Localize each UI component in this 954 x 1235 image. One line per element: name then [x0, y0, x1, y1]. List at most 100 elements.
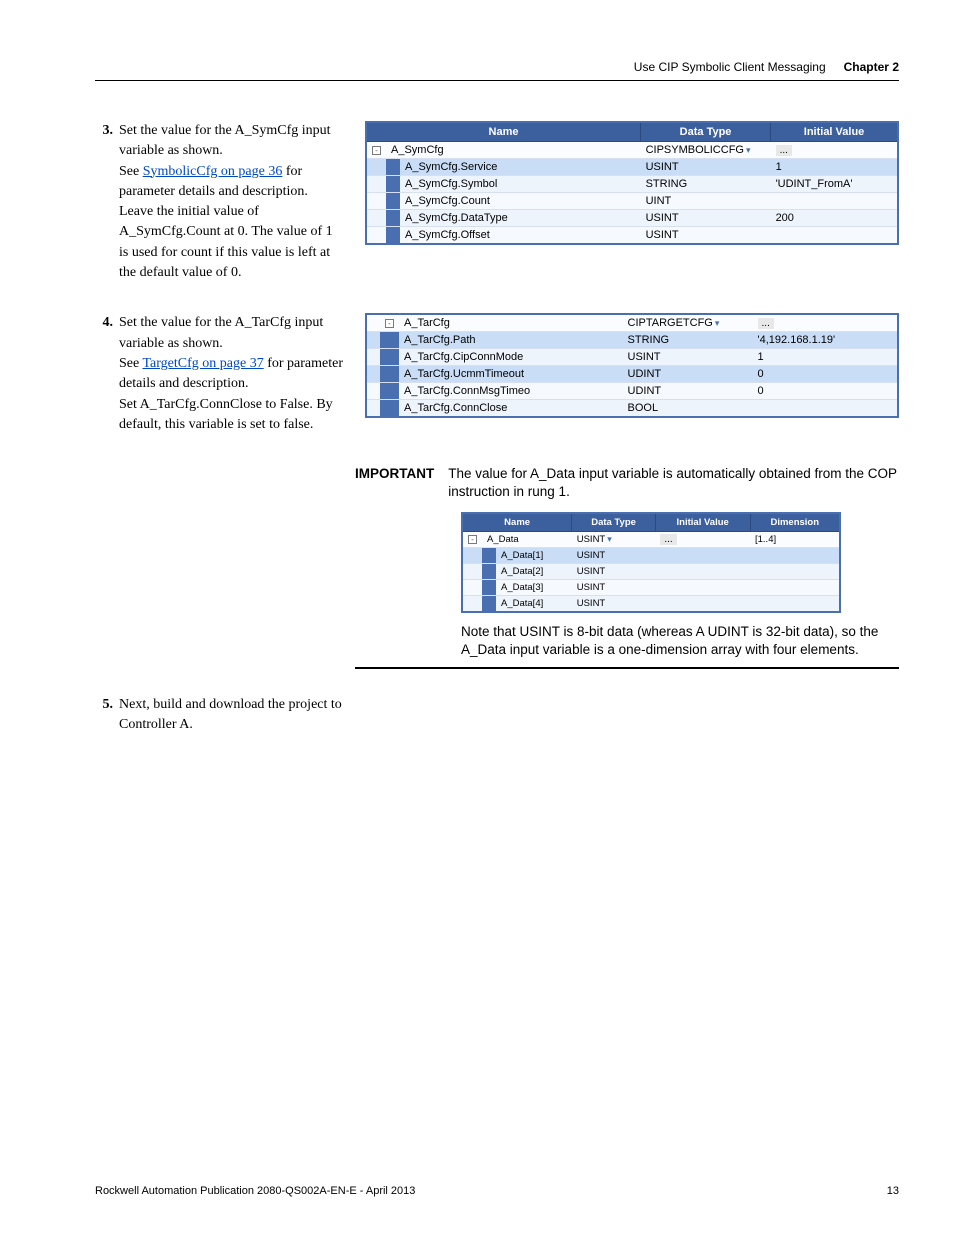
important-callout: IMPORTANT The value for A_Data input var…	[355, 465, 899, 669]
var-type: UDINT	[623, 366, 753, 383]
var-type: STRING	[623, 332, 753, 349]
step-text: Next, build and download the project to …	[119, 697, 342, 732]
var-value[interactable]	[771, 227, 898, 245]
link-symboliccfg[interactable]: SymbolicCfg on page 36	[143, 164, 283, 179]
var-type: USINT	[572, 595, 656, 612]
var-type: UDINT	[623, 383, 753, 400]
collapse-icon[interactable]: -	[385, 319, 394, 328]
var-name: A_SymCfg.Service	[400, 159, 641, 176]
var-value[interactable]: 1	[753, 349, 898, 366]
step-number: 4.	[95, 313, 113, 435]
var-name: A_SymCfg.Symbol	[400, 176, 641, 193]
var-name: A_SymCfg.DataType	[400, 210, 641, 227]
var-name: A_Data	[482, 531, 572, 547]
table-row[interactable]: A_SymCfg.Symbol STRING 'UDINT_FromA'	[366, 176, 898, 193]
table-row[interactable]: - A_Data USINT▾ ... [1..4]	[462, 531, 840, 547]
var-name: A_Data[3]	[496, 579, 572, 595]
important-note: Note that USINT is 8-bit data (whereas A…	[461, 623, 899, 659]
var-name: A_TarCfg.Path	[399, 332, 623, 349]
var-value[interactable]: 1	[771, 159, 898, 176]
var-type: CIPSYMBOLICCFG▾	[641, 142, 771, 159]
table-row[interactable]: A_TarCfg.CipConnMode USINT 1	[366, 349, 898, 366]
table-row[interactable]: - A_TarCfg CIPTARGETCFG▾ ...	[366, 314, 898, 332]
var-name: A_TarCfg.ConnClose	[399, 400, 623, 418]
table-row[interactable]: A_Data[2] USINT	[462, 563, 840, 579]
divider	[355, 667, 899, 669]
chevron-down-icon[interactable]: ▾	[713, 318, 720, 328]
table-row[interactable]: A_Data[4] USINT	[462, 595, 840, 612]
var-value[interactable]: 200	[771, 210, 898, 227]
var-type: USINT	[572, 547, 656, 563]
page-number: 13	[887, 1185, 899, 1197]
step-text: Set the value for the A_SymCfg input var…	[119, 123, 331, 158]
var-type: USINT▾	[572, 531, 656, 547]
header-rule	[95, 80, 899, 81]
var-type: USINT	[641, 159, 771, 176]
publication-info: Rockwell Automation Publication 2080-QS0…	[95, 1185, 415, 1197]
link-targetcfg[interactable]: TargetCfg on page 37	[142, 356, 263, 371]
var-type: USINT	[623, 349, 753, 366]
step-3: 3. Set the value for the A_SymCfg input …	[95, 121, 345, 283]
step-text: See	[119, 356, 142, 371]
symcfg-table: Name Data Type Initial Value - A_SymCfg …	[365, 121, 899, 245]
table-row[interactable]: A_SymCfg.Offset USINT	[366, 227, 898, 245]
var-name: A_TarCfg.ConnMsgTimeo	[399, 383, 623, 400]
table-row[interactable]: A_TarCfg.Path STRING '4,192.168.1.19'	[366, 332, 898, 349]
step-text: Leave the initial value of A_SymCfg.Coun…	[119, 204, 333, 280]
adata-table: Name Data Type Initial Value Dimension -…	[461, 512, 841, 613]
table-row[interactable]: A_TarCfg.ConnClose BOOL	[366, 400, 898, 418]
table-row[interactable]: A_SymCfg.Count UINT	[366, 193, 898, 210]
var-value[interactable]	[753, 400, 898, 418]
table-row[interactable]: A_SymCfg.DataType USINT 200	[366, 210, 898, 227]
var-value[interactable]	[771, 193, 898, 210]
collapse-icon[interactable]: -	[372, 146, 381, 155]
step-text: Set the value for the A_TarCfg input var…	[119, 315, 323, 350]
collapse-icon[interactable]: -	[468, 535, 477, 544]
table-header: Data Type	[641, 122, 771, 142]
var-type: UINT	[641, 193, 771, 210]
chapter-label: Chapter 2	[844, 60, 899, 74]
table-header: Data Type	[572, 513, 656, 532]
table-header: Name	[366, 122, 641, 142]
var-type: BOOL	[623, 400, 753, 418]
var-name: A_TarCfg.UcmmTimeout	[399, 366, 623, 383]
step-5: 5. Next, build and download the project …	[95, 695, 345, 736]
var-type: STRING	[641, 176, 771, 193]
var-type: USINT	[572, 579, 656, 595]
var-value: ...	[655, 531, 750, 547]
page-footer: Rockwell Automation Publication 2080-QS0…	[95, 1185, 899, 1197]
step-text: Set A_TarCfg.ConnClose to False. By defa…	[119, 397, 333, 432]
var-value[interactable]: '4,192.168.1.19'	[753, 332, 898, 349]
table-header: Dimension	[750, 513, 840, 532]
chevron-down-icon[interactable]: ▾	[744, 145, 751, 155]
var-name: A_TarCfg.CipConnMode	[399, 349, 623, 366]
table-row[interactable]: A_SymCfg.Service USINT 1	[366, 159, 898, 176]
table-row[interactable]: A_TarCfg.UcmmTimeout UDINT 0	[366, 366, 898, 383]
chevron-down-icon[interactable]: ▾	[605, 534, 612, 544]
var-name: A_SymCfg.Count	[400, 193, 641, 210]
table-header: Initial Value	[655, 513, 750, 532]
table-row[interactable]: - A_SymCfg CIPSYMBOLICCFG▾ ...	[366, 142, 898, 159]
var-name: A_SymCfg.Offset	[400, 227, 641, 245]
var-name: A_Data[2]	[496, 563, 572, 579]
table-row[interactable]: A_TarCfg.ConnMsgTimeo UDINT 0	[366, 383, 898, 400]
var-name: A_TarCfg	[399, 314, 623, 332]
step-number: 3.	[95, 121, 113, 283]
var-value[interactable]: 0	[753, 366, 898, 383]
section-title: Use CIP Symbolic Client Messaging	[634, 60, 826, 74]
var-value[interactable]: 0	[753, 383, 898, 400]
var-name: A_Data[4]	[496, 595, 572, 612]
var-value[interactable]: 'UDINT_FromA'	[771, 176, 898, 193]
var-type: USINT	[641, 210, 771, 227]
var-name: A_Data[1]	[496, 547, 572, 563]
table-row[interactable]: A_Data[3] USINT	[462, 579, 840, 595]
table-header: Initial Value	[771, 122, 898, 142]
var-dim: [1..4]	[750, 531, 840, 547]
step-text: See	[119, 164, 143, 179]
tarcfg-table: - A_TarCfg CIPTARGETCFG▾ ... A_TarCfg.Pa…	[365, 313, 899, 418]
var-value: ...	[771, 142, 898, 159]
var-type: USINT	[572, 563, 656, 579]
var-value: ...	[753, 314, 898, 332]
important-label: IMPORTANT	[355, 465, 434, 501]
table-row[interactable]: A_Data[1] USINT	[462, 547, 840, 563]
